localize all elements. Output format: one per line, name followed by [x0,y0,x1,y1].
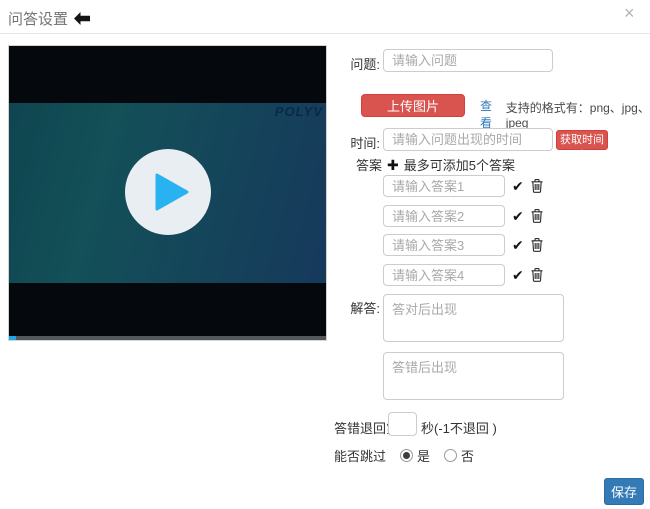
qa-settings-dialog: { "dialog": { "title": "问答设置", "close_la… [0,0,650,509]
trash-icon[interactable] [531,238,543,252]
correct-explanation-textarea[interactable] [383,294,564,342]
page-title: 问答设置 [8,8,90,29]
video-progress-fill [9,336,16,340]
radio-yes-label: 是 [417,446,430,465]
question-input[interactable] [383,49,553,72]
answer-input-3[interactable] [383,234,505,256]
answer-input-4[interactable] [383,264,505,286]
skip-label: 能否跳过 [334,446,386,465]
radio-yes[interactable] [400,449,413,462]
trash-icon[interactable] [531,179,543,193]
back-arrow-icon[interactable] [74,12,90,25]
confirm-answer-icon[interactable]: ✔ [512,209,524,223]
close-icon[interactable]: × [624,4,635,22]
add-answer-icon[interactable]: ✚ [387,158,399,172]
question-label: 问题: [324,54,380,73]
time-label: 时间: [324,133,380,152]
answer-row: ✔ [383,234,543,256]
answers-header: 答案 ✚ 最多可添加5个答案 [356,155,515,174]
get-timepoint-button[interactable]: 获取时间点 [556,130,608,150]
time-input[interactable] [383,128,553,151]
upload-hint-row: 查看 支持的格式有：png、jpg、jpeg [480,97,650,131]
header-divider [0,33,650,34]
video-frame: POLYV [9,103,326,283]
skip-row: 能否跳过 是 否 [334,446,474,465]
answer-input-1[interactable] [383,175,505,197]
dialog-title: 问答设置 [8,8,68,29]
answer-row: ✔ [383,264,543,286]
trash-icon[interactable] [531,209,543,223]
upload-image-button[interactable]: 上传图片 [361,94,465,117]
video-player[interactable]: POLYV [8,45,327,341]
wrong-explanation-textarea[interactable] [383,352,564,400]
rewind-seconds-input[interactable] [388,412,417,436]
supported-formats-text: 支持的格式有：png、jpg、jpeg [506,99,650,130]
play-button[interactable] [125,149,211,235]
radio-no[interactable] [444,449,457,462]
skip-option-no: 否 [444,446,474,465]
video-progress-bar[interactable] [9,336,326,340]
confirm-answer-icon[interactable]: ✔ [512,238,524,252]
answer-row: ✔ [383,205,543,227]
trash-icon[interactable] [531,268,543,282]
view-link[interactable]: 查看 [480,97,501,131]
answer-row: ✔ [383,175,543,197]
save-button[interactable]: 保存 [604,478,644,505]
answers-hint: 最多可添加5个答案 [404,155,515,174]
play-icon [155,173,189,211]
explanation-label: 解答: [324,298,380,317]
answers-label: 答案 [356,155,382,174]
polyv-watermark: POLYV [275,104,323,119]
confirm-answer-icon[interactable]: ✔ [512,268,524,282]
skip-option-yes: 是 [400,446,430,465]
answer-input-2[interactable] [383,205,505,227]
rewind-suffix: 秒(-1不退回 ) [421,418,497,437]
radio-no-label: 否 [461,446,474,465]
confirm-answer-icon[interactable]: ✔ [512,179,524,193]
